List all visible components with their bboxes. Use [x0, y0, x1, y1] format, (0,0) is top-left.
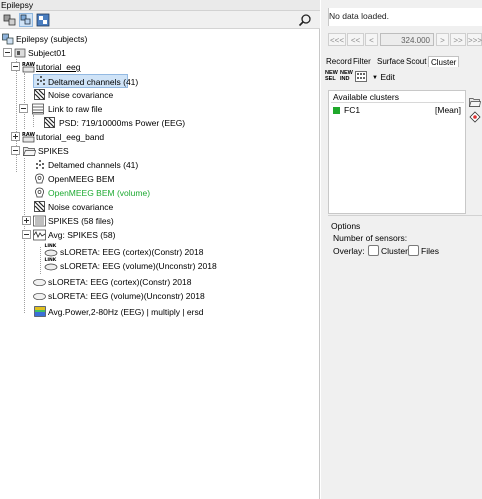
options-divider [328, 215, 482, 216]
tree-node-noise-covariance[interactable]: Noise covariance [33, 88, 233, 102]
color-icon[interactable] [469, 111, 481, 123]
collapse-icon[interactable] [3, 48, 12, 57]
edit-label: Edit [380, 72, 395, 82]
tool-tabs: Record Filter Surface Scout Cluster [324, 56, 482, 67]
status-area: No data loaded. [328, 8, 482, 26]
tree-node-headmodel[interactable]: OpenMEEG BEM [33, 172, 233, 186]
time-navigation-bar: <<< << < 324.000 > >> >>> [328, 33, 482, 47]
tree-node-sloreta-volume[interactable]: sLORETA: EEG (volume)(Unconstr) 2018 [33, 289, 253, 303]
covariance-icon [34, 201, 46, 213]
search-icon[interactable] [298, 13, 312, 27]
head-model-icon [34, 187, 46, 199]
data-average-icon [33, 229, 46, 241]
tree-node-spikes-condition[interactable]: SPIKES [11, 144, 211, 158]
svg-text:LINK: LINK [45, 257, 57, 263]
panel-title: Epilepsy [0, 0, 320, 11]
tree-node-sloreta-cortex[interactable]: sLORETA: EEG (cortex)(Constr) 2018 [33, 275, 253, 289]
channel-icon [35, 75, 47, 87]
functional-view-icon[interactable] [3, 13, 17, 27]
status-text: No data loaded. [329, 11, 390, 21]
first-button[interactable]: <<< [328, 33, 346, 46]
folder-open-icon[interactable] [469, 96, 481, 108]
database-explorer-panel: Epilepsy Epilepsy (subjects) Subject01 R… [0, 0, 320, 499]
collapse-icon[interactable] [11, 146, 20, 155]
overlay-cluster-checkbox[interactable] [368, 245, 379, 256]
tab-cluster[interactable]: Cluster [428, 56, 460, 67]
timefreq-icon [44, 117, 56, 129]
folder-open-icon [22, 145, 36, 157]
results-icon [33, 290, 46, 302]
tab-filter[interactable]: Filter [351, 56, 373, 67]
tree-node-headmodel-volume[interactable]: OpenMEEG BEM (volume) [33, 186, 233, 200]
prev-big-button[interactable]: << [347, 33, 364, 46]
tree-node-sloreta-link-cortex[interactable]: LINK sLORETA: EEG (cortex)(Constr) 2018 [44, 243, 264, 259]
list-item[interactable]: FC1 [Mean] [333, 105, 463, 116]
head-model-icon [34, 173, 46, 185]
tab-surface[interactable]: Surface [375, 56, 407, 67]
new-selection-button[interactable]: NEW SEL [325, 70, 338, 84]
available-clusters-panel: Available clusters FC1 [Mean] [328, 90, 466, 214]
tree-node-channel-file[interactable]: Deltamed channels (41) [33, 74, 138, 88]
tree-node-avg-spikes[interactable]: Avg: SPIKES (58) [22, 228, 222, 242]
link-results-icon: LINK [44, 243, 58, 257]
anatomy-view-icon[interactable] [19, 13, 33, 27]
tab-scout[interactable]: Scout [404, 56, 428, 67]
cluster-toolbar: NEW SEL NEW IND ▼ Edit [324, 70, 444, 84]
new-indices-button[interactable]: NEW IND [340, 70, 353, 84]
tree-node-subject01[interactable]: Subject01 [3, 46, 203, 60]
collapse-icon[interactable] [22, 230, 31, 239]
tree-node-protocol[interactable]: Epilepsy (subjects) [2, 32, 202, 46]
new-selection-bottom: SEL [325, 76, 336, 82]
data-list-icon [33, 215, 46, 227]
tree-node-spikes-channel-file[interactable]: Deltamed channels (41) [33, 158, 233, 172]
tree-node-spikes-noise-covariance[interactable]: Noise covariance [33, 200, 233, 214]
edit-menu-button[interactable]: ▼ Edit [372, 70, 412, 84]
overlay-cluster-label: Cluster [381, 246, 408, 256]
number-of-sensors-label: Number of sensors: [333, 233, 408, 243]
tree-node-tutorial-eeg[interactable]: RAW tutorial_eeg [11, 60, 211, 74]
svg-text:LINK: LINK [45, 243, 57, 249]
timefreq-map-icon [34, 306, 46, 318]
subject-icon [14, 47, 26, 59]
dropdown-arrow-icon: ▼ [372, 75, 378, 81]
tree-node-spikes-files[interactable]: SPIKES (58 files) [22, 214, 222, 228]
next-button[interactable]: > [436, 33, 449, 46]
collapse-icon[interactable] [11, 62, 20, 71]
electrode-cap-icon[interactable] [355, 71, 367, 85]
next-big-button[interactable]: >> [450, 33, 466, 46]
channel-icon [34, 159, 46, 171]
overlay-label: Overlay: [333, 246, 365, 256]
link-results-icon: LINK [44, 257, 58, 271]
results-icon [33, 276, 46, 288]
tab-record[interactable]: Record [324, 56, 354, 67]
expand-icon[interactable] [22, 216, 31, 225]
options-panel: Options Number of sensors: Overlay: Clus… [328, 219, 482, 279]
time-input[interactable]: 324.000 [380, 33, 434, 46]
cluster-function: [Mean] [435, 105, 461, 115]
cluster-color-swatch [333, 107, 340, 114]
last-button[interactable]: >>> [467, 33, 482, 46]
explorer-toolbar [0, 11, 320, 29]
options-title: Options [331, 221, 361, 231]
new-indices-bottom: IND [340, 76, 350, 82]
overlay-files-label: Files [421, 246, 439, 256]
prev-button[interactable]: < [365, 33, 378, 46]
tree-node-sloreta-link-volume[interactable]: LINK sLORETA: EEG (volume)(Unconstr) 201… [44, 257, 264, 273]
raw-data-icon [32, 103, 44, 115]
cluster-name: FC1 [344, 105, 361, 115]
available-clusters-title: Available clusters [333, 92, 399, 102]
cluster-list: FC1 [Mean] [331, 102, 464, 212]
tree-node-avg-power[interactable]: Avg.Power,2-80Hz (EEG) | multiply | ersd [33, 305, 273, 319]
study-view-icon[interactable] [36, 13, 50, 27]
expand-icon[interactable] [11, 132, 20, 141]
tree-node-tutorial-eeg-band[interactable]: RAW tutorial_eeg_band [11, 130, 211, 144]
database-icon [2, 33, 14, 45]
tree-node-psd[interactable]: PSD: 719/10000ms Power (EEG) [44, 116, 264, 130]
collapse-icon[interactable] [19, 104, 28, 113]
covariance-icon [34, 89, 46, 101]
side-toolbar [469, 96, 481, 126]
tree-node-link-raw[interactable]: Link to raw file [19, 102, 219, 116]
overlay-files-checkbox[interactable] [408, 245, 419, 256]
protocol-title: Epilepsy [1, 0, 34, 10]
